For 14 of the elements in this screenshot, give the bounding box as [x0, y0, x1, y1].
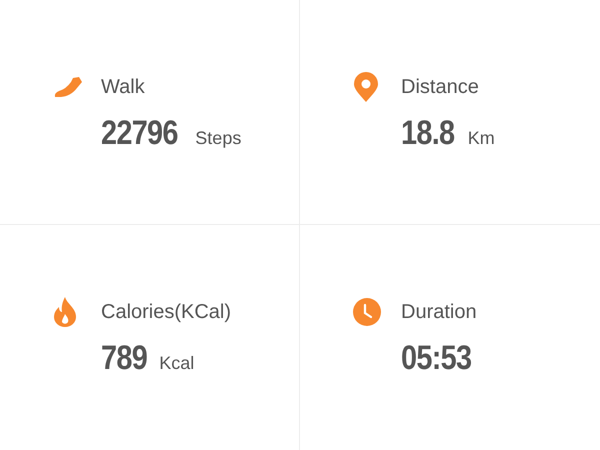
- stat-value: 22796: [101, 112, 178, 154]
- stat-value: 18.8: [401, 112, 454, 154]
- stat-label: Calories(KCal): [101, 300, 232, 325]
- stat-unit: Km: [468, 126, 495, 150]
- stat-value: 05:53: [401, 338, 472, 379]
- stat-label: Walk: [101, 74, 145, 100]
- stat-unit: Kcal: [159, 352, 194, 375]
- clock-icon: [353, 298, 381, 326]
- stat-unit: Steps: [195, 126, 242, 150]
- stat-label: Duration: [401, 300, 477, 325]
- stat-value: 789: [101, 338, 148, 379]
- flame-icon: [53, 297, 77, 327]
- stat-label: Distance: [401, 74, 479, 100]
- location-pin-icon: [353, 72, 379, 102]
